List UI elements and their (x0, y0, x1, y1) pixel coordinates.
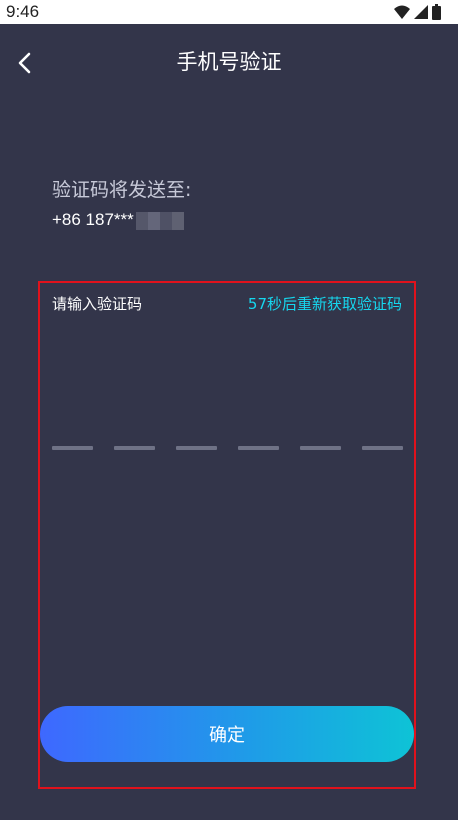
code-slot-6[interactable] (362, 446, 403, 450)
code-slot-1[interactable] (52, 446, 93, 450)
status-bar: 9:46 (0, 0, 458, 24)
code-input[interactable] (52, 446, 403, 452)
code-label: 请输入验证码 (52, 295, 143, 313)
phone-number: +86 187*** (52, 208, 184, 232)
code-slot-5[interactable] (300, 446, 341, 450)
code-slot-2[interactable] (114, 446, 155, 450)
code-slot-4[interactable] (238, 446, 279, 450)
status-time: 9:46 (6, 2, 40, 21)
phone-number-text: +86 187*** (52, 210, 134, 229)
send-hint: 验证码将发送至: (52, 179, 192, 201)
status-icons (392, 3, 450, 21)
page-title: 手机号验证 (176, 50, 282, 74)
battery-icon (432, 4, 441, 20)
wifi-icon (394, 5, 410, 19)
resend-code-link[interactable]: 57秒后重新获取验证码 (248, 293, 402, 315)
masked-digits (135, 211, 184, 230)
signal-icon (414, 5, 428, 19)
confirm-button[interactable]: 确定 (40, 706, 414, 762)
code-slot-3[interactable] (176, 446, 217, 450)
